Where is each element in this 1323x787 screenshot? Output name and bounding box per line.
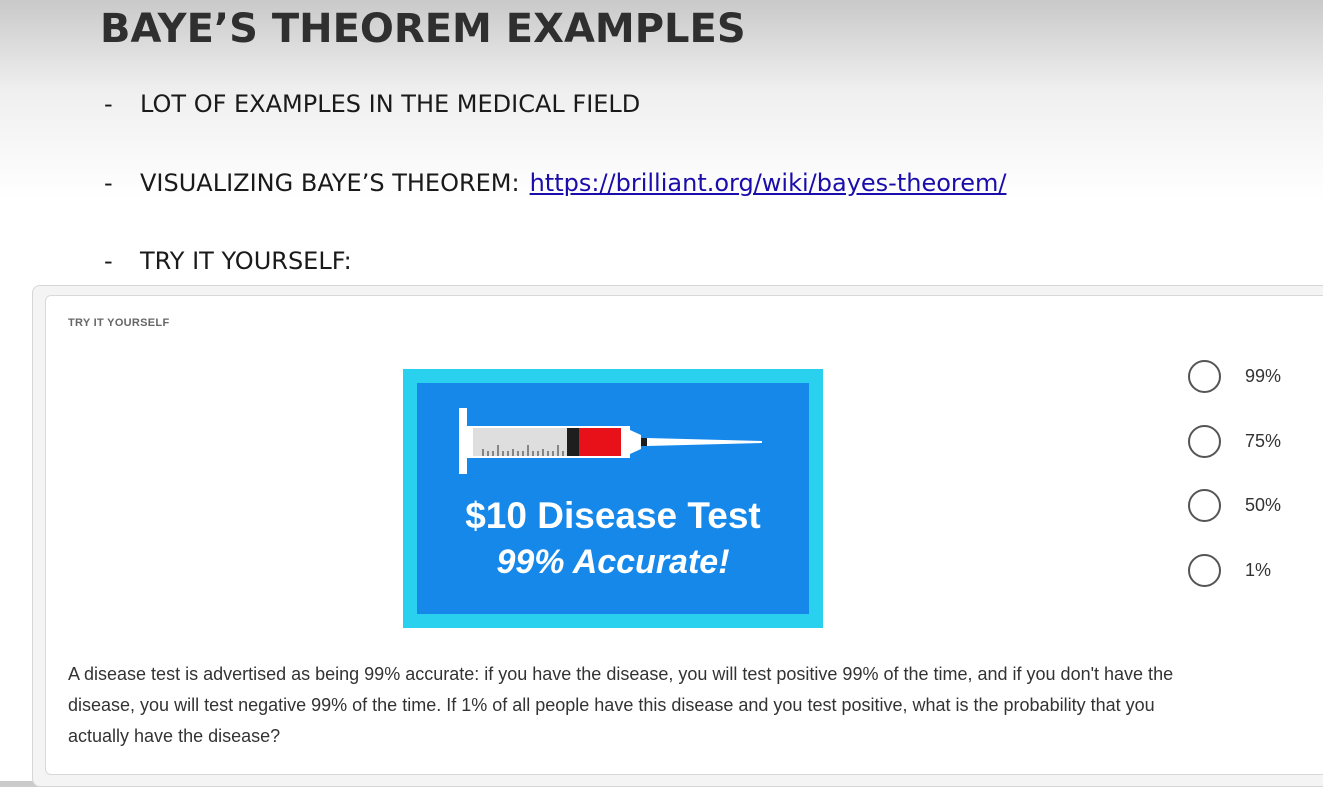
radio-button[interactable] bbox=[1188, 488, 1221, 522]
slide-title: BAYE’S THEOREM EXAMPLES bbox=[100, 6, 746, 52]
option-label: 99% bbox=[1245, 365, 1282, 386]
option-99[interactable]: 99% bbox=[1188, 357, 1308, 395]
option-50[interactable]: 50% bbox=[1188, 486, 1308, 524]
question-text: A disease test is advertised as being 99… bbox=[68, 664, 1174, 746]
option-label: 1% bbox=[1245, 559, 1272, 580]
bullet-dash: - bbox=[104, 90, 113, 118]
bullet-dash: - bbox=[104, 247, 113, 275]
brilliant-link[interactable]: https://brilliant.org/wiki/bayes-theorem… bbox=[530, 169, 1007, 197]
bullet-text: TRY IT YOURSELF: bbox=[140, 247, 352, 275]
bullet-visualizing: - VISUALIZING BAYE’S THEOREM: https://br… bbox=[104, 165, 1006, 201]
option-label: 50% bbox=[1245, 494, 1282, 515]
option-1[interactable]: 1% bbox=[1188, 551, 1308, 589]
bullet-try-it: - TRY IT YOURSELF: bbox=[104, 243, 352, 279]
radio-button[interactable] bbox=[1188, 424, 1221, 458]
ad-subtitle: 99% Accurate! bbox=[496, 543, 730, 581]
bullet-medical-field: - LOT OF EXAMPLES IN THE MEDICAL FIELD bbox=[104, 86, 640, 122]
disease-test-image-panel: $10 Disease Test 99% Accurate! bbox=[417, 383, 809, 614]
bullet-text: VISUALIZING BAYE’S THEOREM: bbox=[140, 169, 520, 197]
bullet-text: LOT OF EXAMPLES IN THE MEDICAL FIELD bbox=[140, 90, 641, 118]
problem-label: TRY IT YOURSELF bbox=[68, 317, 170, 329]
radio-button[interactable] bbox=[1188, 359, 1221, 393]
ad-title: $10 Disease Test bbox=[465, 495, 761, 536]
option-label: 75% bbox=[1245, 430, 1282, 451]
disease-test-image: $10 Disease Test 99% Accurate! bbox=[403, 369, 823, 628]
bullet-dash: - bbox=[104, 169, 113, 197]
option-75[interactable]: 75% bbox=[1188, 422, 1308, 460]
radio-button[interactable] bbox=[1188, 553, 1221, 587]
